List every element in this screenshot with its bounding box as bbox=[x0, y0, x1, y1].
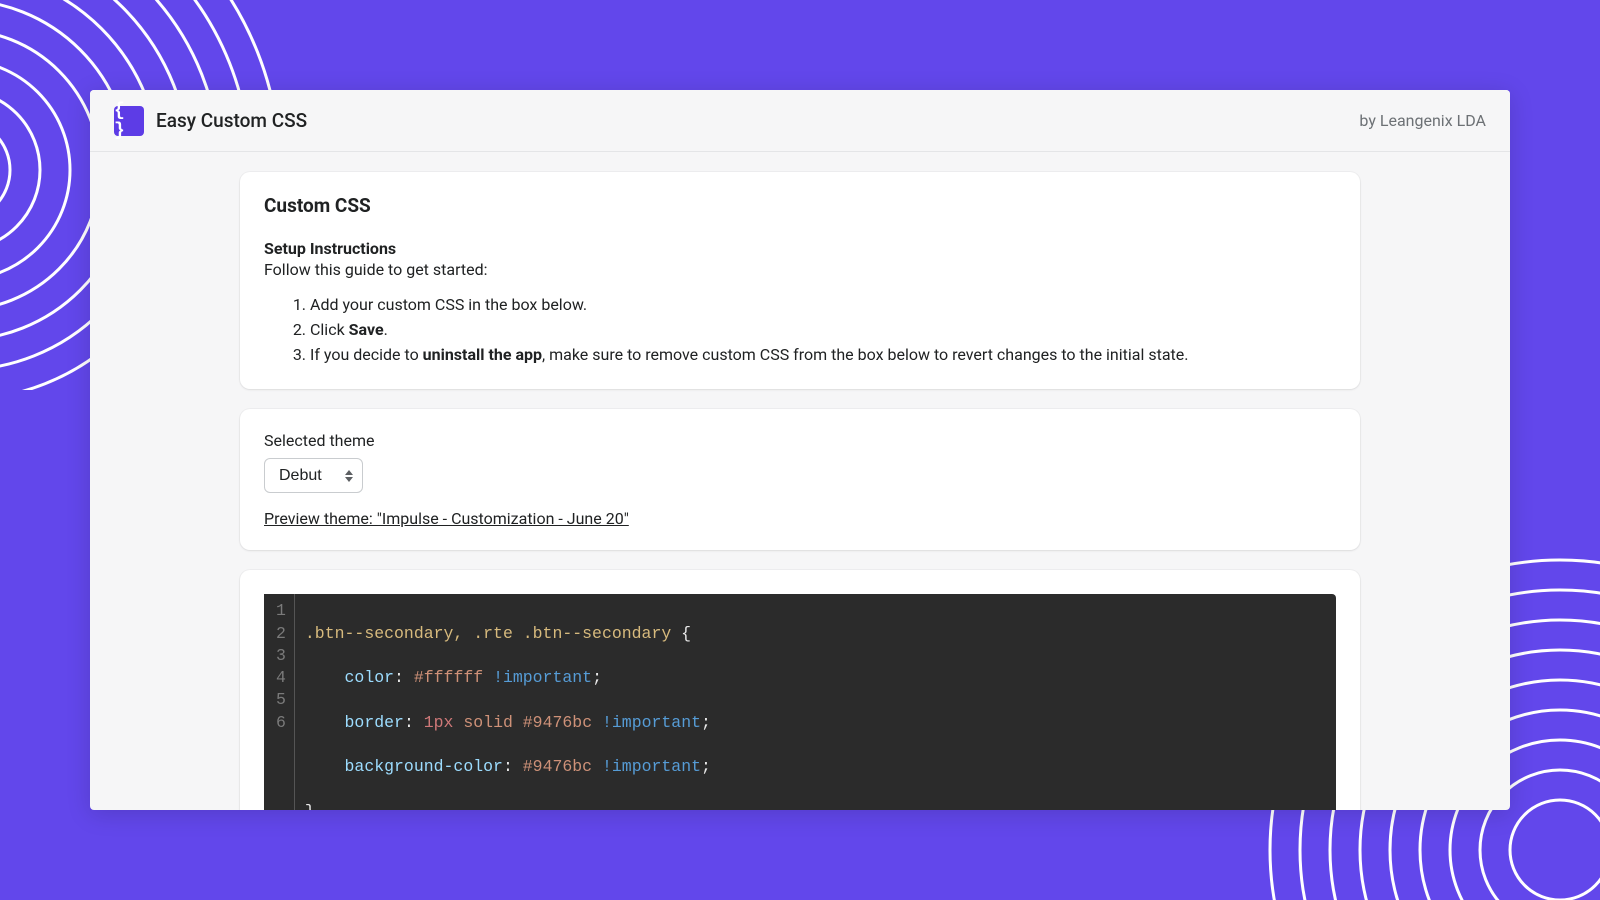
code-card: 1 2 3 4 5 6 .btn--secondary, .rte .btn--… bbox=[240, 570, 1360, 810]
byline: by Leangenix LDA bbox=[1359, 111, 1486, 130]
app-window: { } Easy Custom CSS by Leangenix LDA Cus… bbox=[90, 90, 1510, 810]
card-title: Custom CSS bbox=[264, 194, 1336, 217]
step2-bold: Save bbox=[349, 320, 384, 339]
step3-prefix: If you decide to bbox=[310, 345, 423, 364]
preview-theme-link[interactable]: Preview theme: "Impulse - Customization … bbox=[264, 509, 629, 528]
setup-steps: Add your custom CSS in the box below. Cl… bbox=[264, 293, 1336, 367]
app-logo-icon: { } bbox=[114, 106, 144, 136]
app-title: Easy Custom CSS bbox=[156, 109, 307, 132]
step3-suffix: , make sure to remove custom CSS from th… bbox=[542, 345, 1188, 364]
theme-select[interactable]: Debut bbox=[264, 458, 363, 493]
css-editor[interactable]: 1 2 3 4 5 6 .btn--secondary, .rte .btn--… bbox=[264, 594, 1336, 810]
theme-label: Selected theme bbox=[264, 431, 1336, 450]
instructions-card: Custom CSS Setup Instructions Follow thi… bbox=[240, 172, 1360, 389]
setup-step-3: If you decide to uninstall the app, make… bbox=[310, 343, 1336, 368]
setup-step-1: Add your custom CSS in the box below. bbox=[310, 293, 1336, 318]
setup-step-2: Click Save. bbox=[310, 318, 1336, 343]
setup-heading: Setup Instructions bbox=[264, 239, 1336, 258]
theme-card: Selected theme Debut Preview theme: "Imp… bbox=[240, 409, 1360, 550]
setup-lead: Follow this guide to get started: bbox=[264, 260, 1336, 279]
editor-gutter: 1 2 3 4 5 6 bbox=[264, 594, 295, 810]
step2-prefix: Click bbox=[310, 320, 349, 339]
topbar: { } Easy Custom CSS by Leangenix LDA bbox=[90, 90, 1510, 152]
editor-code[interactable]: .btn--secondary, .rte .btn--secondary { … bbox=[295, 594, 721, 810]
step3-bold: uninstall the app bbox=[423, 345, 542, 364]
step2-suffix: . bbox=[384, 320, 388, 339]
